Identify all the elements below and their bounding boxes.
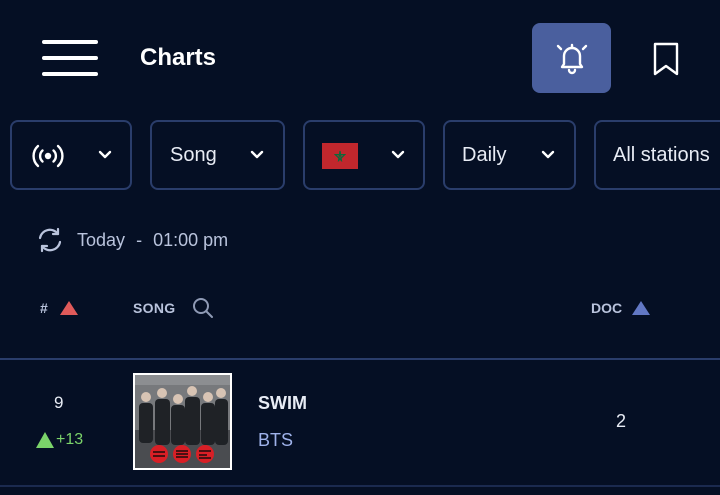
broadcast-type-filter[interactable] — [10, 120, 132, 190]
radio-broadcast-icon — [32, 144, 64, 168]
period-filter[interactable]: Daily — [443, 120, 576, 190]
row-divider — [0, 485, 720, 487]
notifications-button[interactable] — [532, 23, 611, 93]
content-type-filter[interactable]: Song — [150, 120, 285, 190]
song-column-header: SONG — [133, 300, 176, 316]
bookmark-button[interactable] — [645, 38, 687, 80]
chevron-down-icon — [98, 150, 112, 159]
update-time: 01:00 pm — [153, 230, 229, 250]
sort-up-icon[interactable] — [59, 300, 79, 316]
refresh-icon[interactable] — [36, 226, 64, 254]
search-icon[interactable] — [191, 296, 215, 320]
chevron-down-icon — [250, 150, 264, 159]
stations-label: All stations — [613, 143, 710, 166]
period-label: Daily — [462, 143, 507, 166]
bookmark-icon — [653, 42, 679, 76]
country-filter[interactable] — [303, 120, 425, 190]
menu-button[interactable] — [40, 40, 100, 76]
content-type-label: Song — [170, 143, 217, 166]
menu-bar — [42, 72, 98, 76]
table-row[interactable] — [0, 360, 720, 485]
artist-name[interactable]: BTS — [258, 430, 293, 451]
menu-bar — [42, 40, 98, 44]
bell-icon — [556, 43, 587, 75]
album-cover[interactable] — [133, 373, 232, 470]
morocco-flag-icon — [322, 143, 358, 169]
rank-change: +13 — [56, 431, 84, 448]
chevron-down-icon — [541, 150, 555, 159]
update-day: Today — [77, 230, 126, 250]
doc-value: 2 — [616, 411, 627, 431]
stations-filter[interactable]: All stations — [594, 120, 720, 190]
update-separator: - — [136, 230, 143, 250]
last-updated: Today - 01:00 pm — [77, 230, 228, 251]
menu-bar — [42, 56, 98, 60]
triangle-up-icon — [36, 432, 54, 448]
chevron-down-icon — [391, 150, 405, 159]
sort-up-icon[interactable] — [631, 300, 651, 316]
rank-value: 9 — [54, 393, 64, 412]
doc-column-header[interactable]: DOC — [591, 300, 622, 316]
album-cover-image — [135, 375, 230, 468]
song-title[interactable]: SWIM — [258, 393, 307, 414]
rank-column-header[interactable]: # — [40, 300, 48, 316]
page-title: Charts — [140, 44, 217, 71]
